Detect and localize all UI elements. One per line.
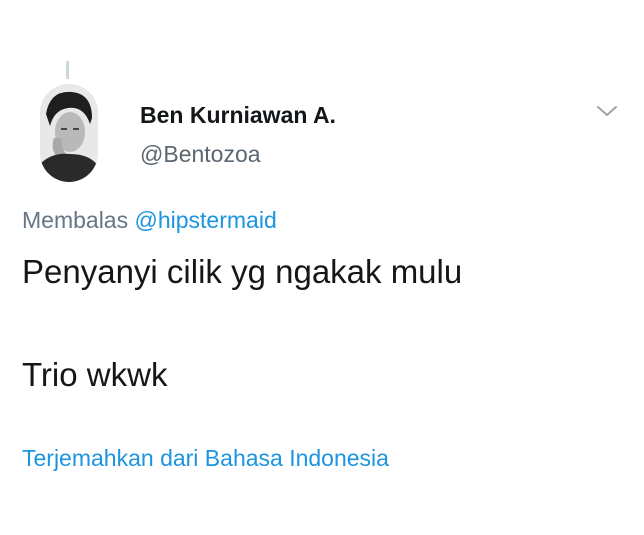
- avatar[interactable]: [40, 84, 98, 182]
- thread-connector-line: [66, 61, 69, 79]
- tweet-text-line: Penyanyi cilik yg ngakak mulu: [22, 253, 463, 290]
- reply-context: Membalas @hipstermaid: [22, 207, 277, 234]
- chevron-down-icon[interactable]: [596, 104, 618, 118]
- reply-mention-link[interactable]: @hipstermaid: [135, 207, 277, 233]
- tweet-text-line: Trio wkwk: [22, 356, 168, 393]
- translate-link[interactable]: Terjemahkan dari Bahasa Indonesia: [22, 445, 389, 472]
- author-display-name[interactable]: Ben Kurniawan A.: [140, 102, 336, 129]
- avatar-photo: [40, 84, 98, 182]
- author-handle[interactable]: @Bentozoa: [140, 141, 261, 168]
- reply-prefix: Membalas: [22, 207, 129, 233]
